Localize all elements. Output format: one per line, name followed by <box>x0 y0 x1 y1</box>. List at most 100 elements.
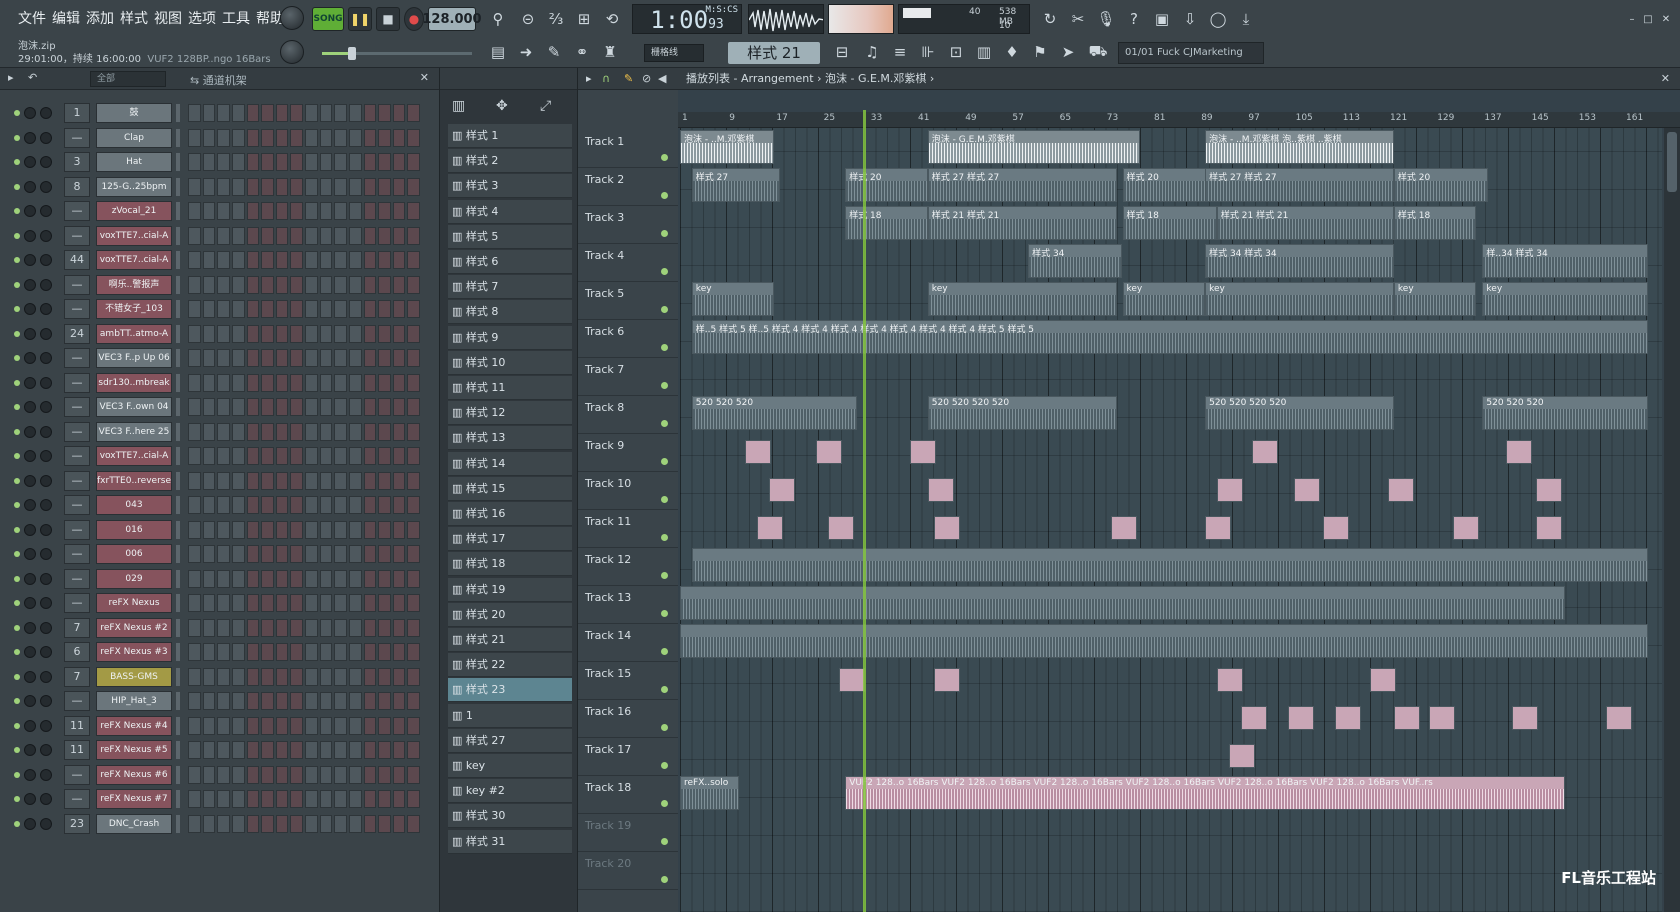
step-button[interactable] <box>231 741 245 759</box>
step-button[interactable] <box>334 226 347 245</box>
channel-mixer-track[interactable]: — <box>64 764 90 785</box>
link-icon[interactable]: ⚭ <box>570 40 594 64</box>
step-button[interactable] <box>363 520 377 539</box>
pattern-item[interactable]: ▥ 样式 12 <box>448 401 572 426</box>
step-button[interactable] <box>348 275 362 294</box>
step-button[interactable] <box>363 324 377 343</box>
step-sequencer[interactable] <box>188 520 420 539</box>
channel-select[interactable] <box>176 104 180 122</box>
step-sequencer[interactable] <box>188 692 420 710</box>
step-button[interactable] <box>334 447 347 465</box>
playlist-clip[interactable]: 样式 20 <box>845 168 928 202</box>
metronome-icon[interactable]: ⚲ <box>486 7 510 31</box>
pattern-selector[interactable]: 样式 21 <box>728 42 820 64</box>
channel-name-button[interactable]: reFX Nexus #2 <box>96 617 172 638</box>
step-button[interactable] <box>334 594 347 612</box>
step-button[interactable] <box>378 422 391 441</box>
step-button[interactable] <box>392 741 406 759</box>
channel-led[interactable] <box>14 600 20 606</box>
channel-mixer-track[interactable]: 8 <box>64 176 90 197</box>
channel-mixer-track[interactable]: — <box>64 372 90 393</box>
track-mute-led[interactable] <box>661 382 668 389</box>
channel-row[interactable]: — VEC3 F..here 25 <box>8 421 432 443</box>
step-button[interactable] <box>348 128 362 147</box>
master-volume-knob[interactable] <box>280 6 304 30</box>
playlist-clip[interactable]: 泡沫 - ..M.邓紫棋 泡..紫棋 ..紫棋 <box>1205 130 1394 164</box>
step-button[interactable] <box>202 814 216 833</box>
step-button[interactable] <box>348 349 362 367</box>
step-button[interactable] <box>348 496 362 514</box>
step-button[interactable] <box>188 128 201 147</box>
step-button[interactable] <box>392 177 406 196</box>
step-button[interactable] <box>305 569 318 588</box>
step-button[interactable] <box>275 251 289 269</box>
step-button[interactable] <box>407 545 420 563</box>
step-sequencer[interactable] <box>188 741 420 759</box>
step-button[interactable] <box>407 496 420 514</box>
menu-item[interactable]: 样式 <box>120 8 148 28</box>
step-button[interactable] <box>392 226 406 245</box>
step-button[interactable] <box>363 422 377 441</box>
step-button[interactable] <box>290 398 303 416</box>
step-button[interactable] <box>305 814 318 833</box>
step-button[interactable] <box>363 275 377 294</box>
step-button[interactable] <box>217 692 230 710</box>
playlist-clip[interactable]: 样式 21 样式 21 <box>927 206 1117 240</box>
playlist-menu-icon[interactable]: ▸ <box>586 68 592 90</box>
step-button[interactable] <box>348 422 362 441</box>
step-button[interactable] <box>217 300 230 318</box>
channel-pan-knob[interactable] <box>24 205 36 217</box>
channel-name-button[interactable]: 029 <box>96 568 172 589</box>
step-button[interactable] <box>319 226 333 245</box>
step-button[interactable] <box>231 569 245 588</box>
step-button[interactable] <box>319 275 333 294</box>
step-sequencer[interactable] <box>188 496 420 514</box>
event-clip[interactable] <box>1535 478 1562 502</box>
channel-name-button[interactable]: VEC3 F..here 25 <box>96 421 172 442</box>
event-clip[interactable] <box>1287 706 1314 730</box>
channel-select[interactable] <box>176 422 180 441</box>
channel-select[interactable] <box>176 226 180 245</box>
step-button[interactable] <box>231 177 245 196</box>
project-icon[interactable]: ▥ <box>972 40 996 64</box>
track-header[interactable]: Track 15 <box>578 662 678 700</box>
channel-row[interactable]: 6 reFX Nexus #3 <box>8 641 432 663</box>
step-button[interactable] <box>188 471 201 490</box>
playlist-clip[interactable]: key <box>1482 282 1648 316</box>
step-button[interactable] <box>202 643 216 661</box>
step-button[interactable] <box>275 324 289 343</box>
playlist-clip[interactable]: 样式 20 <box>1393 168 1489 202</box>
channel-volume-knob[interactable] <box>40 131 52 144</box>
step-button[interactable] <box>407 741 420 759</box>
step-button[interactable] <box>290 349 303 367</box>
pattern-item[interactable]: ▥ 样式 31 <box>448 829 572 854</box>
pattern-item[interactable]: ▥ 样式 15 <box>448 476 572 501</box>
step-button[interactable] <box>246 692 260 710</box>
step-button[interactable] <box>392 814 406 833</box>
pattern-item[interactable]: ▥ 样式 7 <box>448 275 572 300</box>
step-button[interactable] <box>202 153 216 171</box>
channel-mixer-track[interactable]: — <box>64 397 90 417</box>
step-button[interactable] <box>392 545 406 563</box>
step-button[interactable] <box>363 398 377 416</box>
arrangement-grid[interactable]: 泡沫 - ..M.邓紫棋 泡沫 - G.E.M.邓紫棋 泡沫 - ..M.邓紫棋 泡… <box>680 128 1662 912</box>
step-button[interactable] <box>348 324 362 343</box>
track-header[interactable]: Track 5 <box>578 282 678 320</box>
touch-keyboard-icon[interactable]: ⚑ <box>1028 40 1052 64</box>
playlist-clip[interactable]: key <box>927 282 1117 316</box>
channel-row[interactable]: 23 DNC_Crash <box>8 813 432 835</box>
channel-led[interactable] <box>14 306 20 312</box>
step-button[interactable] <box>202 202 216 220</box>
channel-led[interactable] <box>14 281 20 288</box>
step-button[interactable] <box>290 643 303 661</box>
channel-led[interactable] <box>14 110 20 116</box>
channel-pan-knob[interactable] <box>24 352 36 364</box>
channel-led[interactable] <box>14 673 20 680</box>
step-button[interactable] <box>407 765 420 784</box>
event-clip[interactable] <box>910 440 937 464</box>
stamp-icon[interactable]: ♜ <box>598 40 622 64</box>
channel-mixer-track[interactable]: 7 <box>64 617 90 638</box>
pattern-item[interactable]: ▥ 样式 6 <box>448 250 572 274</box>
step-button[interactable] <box>246 128 260 147</box>
channel-mixer-track[interactable]: — <box>64 446 90 466</box>
